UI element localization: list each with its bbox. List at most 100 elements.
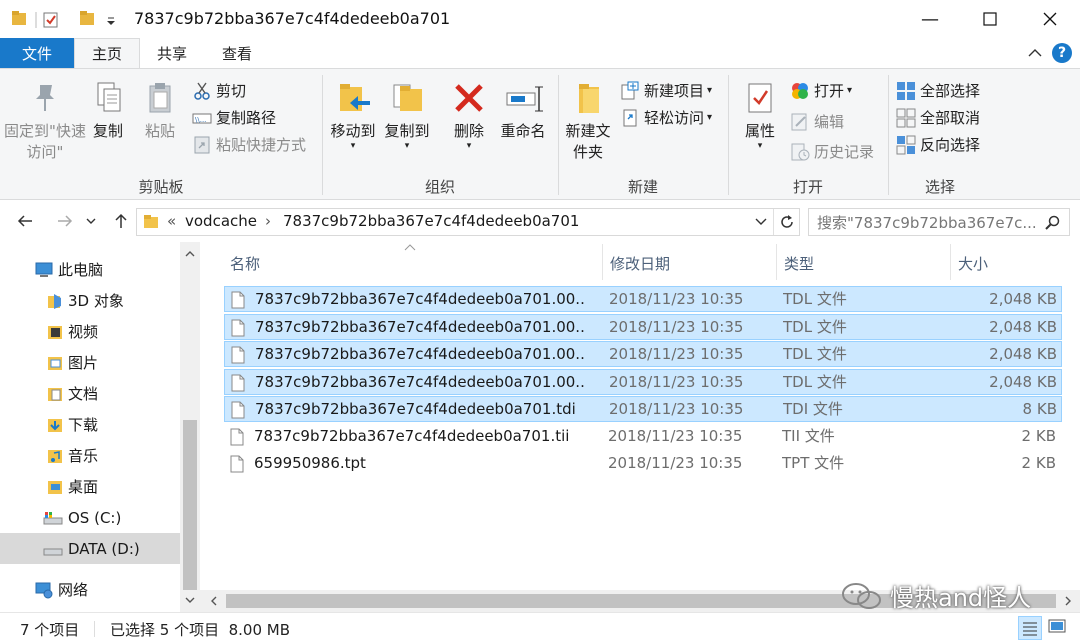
- file-type: TDL 文件: [783, 290, 847, 308]
- nav-item-pictures[interactable]: 图片: [0, 347, 180, 378]
- up-button[interactable]: [108, 208, 134, 234]
- status-bar: 7 个项目 已选择 5 个项目 8.00 MB: [0, 612, 1080, 643]
- sort-ascending-icon: [404, 244, 416, 251]
- copy-path-button[interactable]: \\... 复制路径: [192, 107, 276, 128]
- cut-button[interactable]: 剪切: [192, 80, 246, 101]
- table-row[interactable]: 7837c9b72bba367e7c4f4dedeeb0a701.00... 20…: [224, 286, 1062, 312]
- recent-locations-button[interactable]: [82, 208, 100, 234]
- breadcrumb-current-folder[interactable]: 7837c9b72bba367e7c4f4dedeeb0a701: [283, 212, 579, 230]
- nav-item-music[interactable]: 音乐: [0, 440, 180, 471]
- address-bar[interactable]: « vodcache › 7837c9b72bba367e7c4f4dedeeb…: [136, 208, 800, 236]
- maximize-button[interactable]: [960, 0, 1020, 38]
- help-icon[interactable]: ?: [1052, 43, 1072, 63]
- select-none-button[interactable]: 全部取消: [896, 107, 980, 128]
- nav-item-os-c[interactable]: OS (C:): [0, 502, 180, 533]
- paste-button[interactable]: 粘贴: [140, 81, 180, 142]
- select-all-button[interactable]: 全部选择: [896, 80, 980, 101]
- address-dropdown-icon[interactable]: [755, 218, 767, 226]
- refresh-icon[interactable]: [779, 214, 795, 230]
- delete-label: 删除: [453, 122, 484, 140]
- nav-item-label: 3D 对象: [68, 292, 124, 310]
- selection-info: 已选择 5 个项目 8.00 MB: [110, 621, 291, 639]
- close-button[interactable]: [1020, 0, 1080, 38]
- scroll-left-icon[interactable]: [210, 596, 218, 606]
- paste-shortcut-button[interactable]: 粘贴快捷方式: [192, 134, 306, 155]
- breadcrumb-vodcache[interactable]: vodcache: [185, 212, 257, 230]
- nav-scroll-thumb[interactable]: [183, 420, 197, 590]
- copy-path-icon: \\...: [192, 113, 212, 124]
- file-type: TDL 文件: [783, 345, 847, 363]
- delete-button[interactable]: 删除 ▾: [448, 81, 490, 151]
- minimize-icon: —: [921, 8, 939, 30]
- table-row[interactable]: 7837c9b72bba367e7c4f4dedeeb0a701.00... 20…: [224, 341, 1062, 367]
- nav-item-this-pc[interactable]: 此电脑: [0, 254, 180, 285]
- copy-to-button[interactable]: 复制到 ▾: [382, 81, 432, 151]
- nav-item-label: 图片: [68, 354, 99, 372]
- move-to-icon: [340, 84, 370, 111]
- properties-button[interactable]: 属性 ▾: [738, 81, 782, 151]
- rename-button[interactable]: 重命名: [496, 81, 550, 142]
- file-type: TDL 文件: [783, 372, 847, 391]
- search-box[interactable]: 搜索"7837c9b72bba367e7c...: [808, 208, 1070, 236]
- arrow-right-icon: [58, 215, 73, 227]
- minimize-button[interactable]: —: [900, 0, 960, 38]
- new-item-button[interactable]: 新建项目 ▾: [620, 80, 712, 101]
- column-divider[interactable]: [602, 244, 603, 280]
- breadcrumb-overflow[interactable]: «: [167, 212, 176, 230]
- table-row[interactable]: 7837c9b72bba367e7c4f4dedeeb0a701.00... 20…: [224, 313, 1062, 340]
- column-divider[interactable]: [776, 244, 777, 280]
- easy-access-button[interactable]: 轻松访问 ▾: [620, 107, 712, 128]
- file-type: TDL 文件: [783, 317, 847, 336]
- maximize-icon: [983, 12, 997, 26]
- watermark-text: 慢热and怪人: [890, 584, 1032, 612]
- column-header-date[interactable]: 修改日期: [610, 250, 670, 276]
- dropdown-arrow-icon: ▾: [466, 141, 472, 151]
- nav-item-data-d[interactable]: DATA (D:): [0, 533, 180, 564]
- cut-label: 剪切: [216, 82, 247, 100]
- nav-item-3d-objects[interactable]: 3D 对象: [0, 285, 180, 316]
- file-icon: [231, 319, 245, 336]
- file-date: 2018/11/23 10:35: [609, 290, 744, 308]
- tab-home[interactable]: 主页: [74, 38, 140, 68]
- column-header-size[interactable]: 大小: [958, 250, 988, 276]
- edit-button[interactable]: 编辑: [790, 111, 844, 132]
- nav-item-desktop[interactable]: 桌面: [0, 471, 180, 502]
- nav-item-documents[interactable]: 文档: [0, 378, 180, 409]
- scroll-down-icon[interactable]: [185, 596, 195, 604]
- scroll-right-icon[interactable]: [1064, 596, 1072, 606]
- search-icon[interactable]: [1045, 215, 1061, 231]
- column-header-name[interactable]: 名称: [230, 250, 260, 276]
- properties-label: 属性: [744, 122, 775, 140]
- table-row[interactable]: 659950986.tpt 2018/11/23 10:35 TPT 文件 2 KB: [224, 451, 1062, 477]
- large-icons-view-button[interactable]: [1046, 616, 1070, 640]
- new-folder-button[interactable]: 新建文件夹: [562, 81, 614, 163]
- folder-icon: [144, 215, 158, 228]
- pin-quick-access-button[interactable]: 固定到"快速访问": [4, 81, 86, 163]
- invert-selection-button[interactable]: 反向选择: [896, 134, 980, 155]
- move-to-button[interactable]: 移动到 ▾: [328, 81, 378, 151]
- forward-button[interactable]: [52, 208, 78, 234]
- copy-button[interactable]: 复制: [88, 81, 128, 142]
- table-row[interactable]: 7837c9b72bba367e7c4f4dedeeb0a701.00... 20…: [224, 368, 1062, 395]
- column-header-type[interactable]: 类型: [784, 250, 814, 276]
- easy-access-icon: [623, 109, 637, 126]
- item-count: 7 个项目: [20, 621, 80, 639]
- file-type: TPT 文件: [782, 454, 845, 472]
- tab-view[interactable]: 查看: [204, 38, 270, 68]
- nav-pane-scrollbar[interactable]: [180, 242, 200, 612]
- search-input[interactable]: 搜索"7837c9b72bba367e7c...: [817, 212, 1041, 233]
- table-row[interactable]: 7837c9b72bba367e7c4f4dedeeb0a701.tdi 2018…: [224, 396, 1062, 422]
- tab-share[interactable]: 共享: [140, 38, 204, 68]
- nav-item-videos[interactable]: 视频: [0, 316, 180, 347]
- nav-item-network[interactable]: 网络: [0, 574, 180, 605]
- details-view-button[interactable]: [1018, 616, 1042, 640]
- table-row[interactable]: 7837c9b72bba367e7c4f4dedeeb0a701.tii 2018…: [224, 424, 1062, 450]
- open-button[interactable]: 打开 ▾: [790, 80, 852, 101]
- nav-item-downloads[interactable]: 下载: [0, 409, 180, 440]
- history-button[interactable]: 历史记录: [790, 141, 874, 162]
- tab-file[interactable]: 文件: [0, 38, 74, 68]
- collapse-ribbon-icon[interactable]: [1028, 48, 1042, 58]
- back-button[interactable]: [12, 208, 38, 234]
- scroll-up-icon[interactable]: [185, 250, 195, 258]
- column-divider[interactable]: [950, 244, 951, 280]
